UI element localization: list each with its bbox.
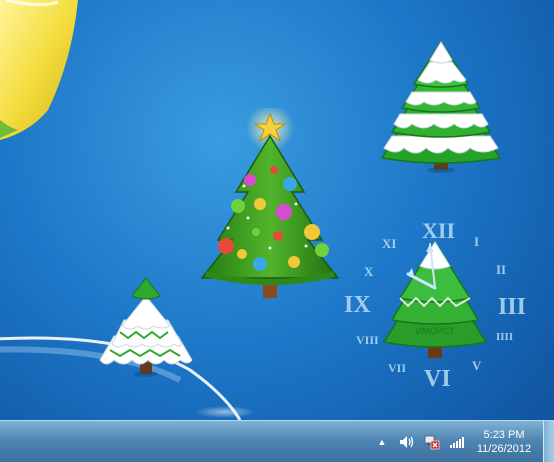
clock-time: 5:23 PM xyxy=(483,429,525,441)
clock-numeral: XII xyxy=(422,218,455,243)
snowy-tree-large-gadget[interactable] xyxy=(378,36,504,176)
desktop: XII I II III IIII V VI VII VIII IX X XI … xyxy=(0,0,554,462)
clock-brand-label: ИМОРСТ xyxy=(416,326,455,336)
clock-numeral: VIII xyxy=(356,333,379,347)
clock-numeral: XI xyxy=(382,236,396,251)
clock-numeral: IIII xyxy=(496,331,513,343)
clock-numeral: I xyxy=(474,234,479,249)
clock-date: 11/26/2012 xyxy=(476,443,532,455)
show-hidden-icons-arrow[interactable]: ▲ xyxy=(373,433,391,451)
show-desktop-button[interactable] xyxy=(543,421,554,462)
ornament-tree-gadget[interactable] xyxy=(198,108,343,303)
clock-numeral: IX xyxy=(344,292,371,318)
clock-numeral: VII xyxy=(388,361,406,375)
clock-numeral: V xyxy=(472,358,482,373)
tree-clock-gadget[interactable]: XII I II III IIII V VI VII VIII IX X XI … xyxy=(336,214,534,396)
clock-numeral: III xyxy=(498,294,526,320)
signal-bars-icon[interactable] xyxy=(448,433,466,451)
network-error-icon[interactable] xyxy=(423,433,441,451)
snowy-tree-small-gadget[interactable] xyxy=(96,274,196,378)
clock-numeral: VI xyxy=(424,366,451,392)
taskbar-clock[interactable]: 5:23 PM 11/26/2012 xyxy=(473,428,535,456)
system-tray: ▲ 5:23 PM 11/26/2012 xyxy=(373,421,554,462)
clock-numeral: II xyxy=(496,262,506,277)
volume-icon[interactable] xyxy=(398,433,416,451)
clock-numeral: X xyxy=(364,264,374,279)
taskbar: ▲ 5:23 PM 11/26/2012 xyxy=(0,420,554,462)
